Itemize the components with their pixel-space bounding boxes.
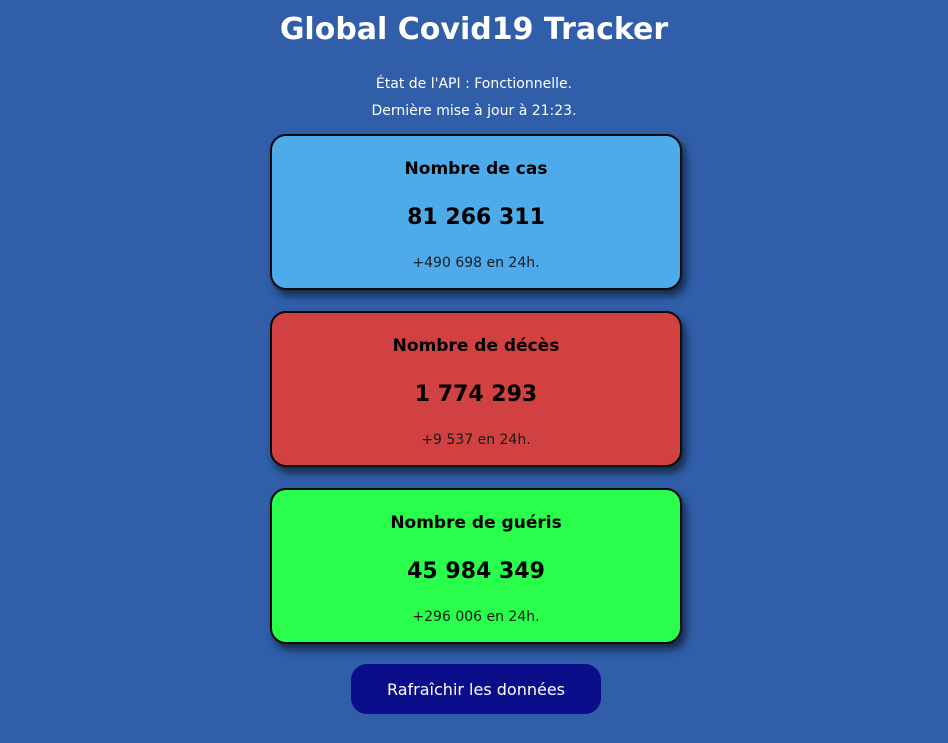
recovered-card: Nombre de guéris 45 984 349 +296 006 en … (270, 488, 682, 644)
recovered-card-title: Nombre de guéris (390, 513, 562, 533)
deaths-daily-change: +9 537 en 24h. (421, 432, 531, 448)
cases-card: Nombre de cas 81 266 311 +490 698 en 24h… (270, 134, 682, 290)
deaths-count: 1 774 293 (414, 382, 538, 407)
recovered-daily-change: +296 006 en 24h. (412, 609, 540, 625)
deaths-card-title: Nombre de décès (392, 336, 560, 356)
cases-card-title: Nombre de cas (404, 159, 548, 179)
page-title: Global Covid19 Tracker (279, 12, 669, 47)
api-status-text: État de l'API : Fonctionnelle. (375, 76, 573, 92)
refresh-data-button[interactable]: Rafraîchir les données (351, 664, 601, 714)
cases-count: 81 266 311 (407, 205, 545, 230)
last-update-text: Dernière mise à jour à 21:23. (371, 103, 577, 119)
cases-daily-change: +490 698 en 24h. (412, 255, 540, 271)
recovered-count: 45 984 349 (407, 559, 545, 584)
deaths-card: Nombre de décès 1 774 293 +9 537 en 24h. (270, 311, 682, 467)
